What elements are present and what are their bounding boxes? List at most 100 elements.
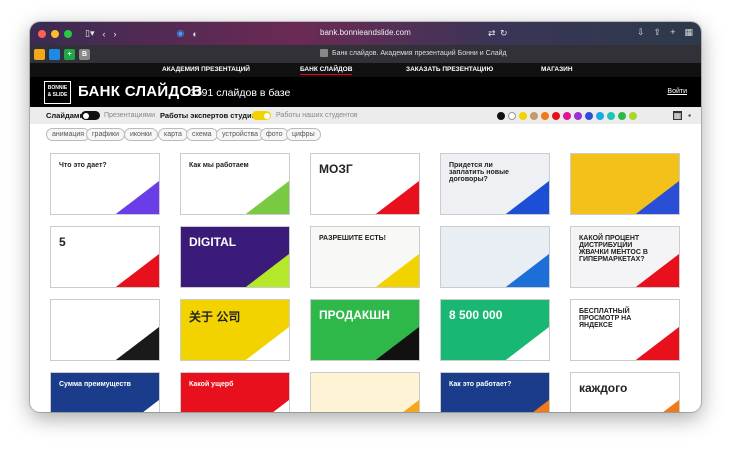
grid-small-view-icon[interactable]: ▪ <box>685 111 694 120</box>
color-swatch[interactable] <box>607 111 615 120</box>
slide-accent <box>115 327 159 360</box>
slides-presentations-toggle[interactable] <box>81 111 100 120</box>
site-logo[interactable]: BONNIE & SLIDE <box>44 81 71 104</box>
tag-chip[interactable]: фото <box>260 128 289 141</box>
tag-chip[interactable]: анимация <box>46 128 91 141</box>
slide-card[interactable]: Сумма преимуществ <box>50 372 160 412</box>
slide-accent <box>115 181 159 214</box>
slide-accent <box>635 327 679 360</box>
slide-card[interactable]: 8 500 000 <box>440 299 550 361</box>
slides-label: Слайдами <box>46 111 85 120</box>
favorite-4-icon[interactable]: B <box>79 48 90 60</box>
nav-slide-bank[interactable]: БАНК СЛАЙДОВ <box>300 66 353 75</box>
slide-card-text: Сумма преимуществ <box>59 381 131 388</box>
tag-chip[interactable]: цифры <box>286 128 321 141</box>
page-title: БАНК СЛАЙДОВ <box>78 83 203 100</box>
close-button[interactable] <box>38 29 46 38</box>
slide-card[interactable]: Что это дает? <box>50 153 160 215</box>
slide-card[interactable]: БЕСПЛАТНЫЙ ПРОСМОТР НА ЯНДЕКСЕ <box>570 299 680 361</box>
slide-card[interactable]: ПРОДАКШН <box>310 299 420 361</box>
address-bar[interactable]: bank.bonnieandslide.com <box>320 28 411 37</box>
slide-card[interactable]: каждого <box>570 372 680 412</box>
slide-card[interactable]: Какой ущерб <box>180 372 290 412</box>
slide-card[interactable]: КАКОЙ ПРОЦЕНТ ДИСТРИБУЦИИ ЖВАЧКИ МЕНТОС … <box>570 226 680 288</box>
slide-card[interactable] <box>440 226 550 288</box>
active-tab[interactable]: Банк слайдов. Академия презентаций Бонни… <box>320 49 507 57</box>
share-icon[interactable]: ⇪ <box>654 27 662 38</box>
filter-bar: Слайдами Презентациями Работы экспертов … <box>30 107 701 124</box>
slide-card[interactable] <box>50 299 160 361</box>
new-tab-icon[interactable]: + <box>670 27 675 38</box>
sidebar-icon[interactable]: ▯▾ <box>85 28 94 39</box>
tag-chip[interactable]: схема <box>186 128 218 141</box>
extension-icon[interactable]: ◉ <box>176 28 184 39</box>
slide-card[interactable] <box>570 153 680 215</box>
slide-accent <box>245 327 289 360</box>
color-swatch[interactable] <box>563 111 571 120</box>
tag-chip[interactable]: устройства <box>216 128 265 141</box>
favorite-2-icon[interactable] <box>49 48 60 60</box>
slide-card-text: Какой ущерб <box>189 381 234 388</box>
favorite-3-icon[interactable]: + <box>64 48 75 60</box>
slide-accent <box>505 254 549 287</box>
slide-card[interactable]: Придется ли заплатить новые договоры? <box>440 153 550 215</box>
color-swatch[interactable] <box>497 111 505 120</box>
color-swatch[interactable] <box>629 111 637 120</box>
slide-card-text: 5 <box>59 235 66 249</box>
nav-academy[interactable]: АКАДЕМИЯ ПРЕЗЕНТАЦИЙ <box>162 66 250 73</box>
slide-accent <box>505 400 549 412</box>
color-swatch[interactable] <box>541 111 549 120</box>
tag-chip[interactable]: иконки <box>124 128 158 141</box>
slide-card[interactable]: 关于 公司 <box>180 299 290 361</box>
slide-accent <box>375 181 419 214</box>
shield-icon[interactable]: ◐ <box>192 29 197 39</box>
nav-order[interactable]: ЗАКАЗАТЬ ПРЕЗЕНТАЦИЮ <box>406 66 493 73</box>
color-swatch[interactable] <box>585 111 593 120</box>
slide-card[interactable]: РАЗРЕШИТЕ ЕСТЬ! <box>310 226 420 288</box>
download-icon[interactable]: ⇩ <box>637 27 645 38</box>
tag-chip[interactable]: карта <box>158 128 188 141</box>
color-swatch[interactable] <box>530 111 538 120</box>
slide-count: 3791 слайдов в базе <box>190 87 291 99</box>
slide-card[interactable]: Как это работает? <box>440 372 550 412</box>
favorite-1-icon[interactable] <box>34 48 45 60</box>
tab-bar: + B Банк слайдов. Академия презентаций Б… <box>30 45 701 63</box>
color-swatch[interactable] <box>508 111 516 120</box>
translate-icon[interactable]: ⇄ <box>488 28 496 39</box>
slide-card[interactable] <box>310 372 420 412</box>
reload-icon[interactable]: ↻ <box>500 28 508 39</box>
slide-card[interactable]: DIGITAL <box>180 226 290 288</box>
slide-card[interactable]: МОЗГ <box>310 153 420 215</box>
slide-card-text: 关于 公司 <box>189 310 241 324</box>
back-icon[interactable]: ‹ <box>102 29 105 39</box>
slide-card-text: 8 500 000 <box>449 308 503 322</box>
minimize-button[interactable] <box>51 29 59 38</box>
site-header: BONNIE & SLIDE БАНК СЛАЙДОВ 3791 слайдов … <box>30 77 701 107</box>
login-link[interactable]: Войти <box>667 88 687 95</box>
slide-accent <box>505 181 549 214</box>
color-swatch[interactable] <box>519 111 527 120</box>
tab-overview-icon[interactable]: ▦ <box>684 27 693 38</box>
color-swatch[interactable] <box>552 111 560 120</box>
slide-accent <box>375 400 419 412</box>
nav-shop[interactable]: МАГАЗИН <box>541 66 573 73</box>
browser-toolbar: ▯▾ ‹ › ◉ ◐ bank.bonnieandslide.com ⇄ ↻ ⇩… <box>30 22 701 45</box>
slide-card[interactable]: 5 <box>50 226 160 288</box>
slide-card[interactable]: Как мы работаем <box>180 153 290 215</box>
expert-label: Работы экспертов студии <box>160 111 257 120</box>
slide-card-text: Придется ли заплатить новые договоры? <box>449 162 509 183</box>
slide-accent <box>115 400 159 412</box>
color-swatch[interactable] <box>596 111 604 120</box>
forward-icon[interactable]: › <box>113 29 116 39</box>
slide-accent <box>245 400 289 412</box>
color-swatch[interactable] <box>574 111 582 120</box>
zoom-button[interactable] <box>64 29 72 38</box>
slide-card-text: РАЗРЕШИТЕ ЕСТЬ! <box>319 235 386 242</box>
expert-students-toggle[interactable] <box>252 111 271 120</box>
slide-accent <box>505 327 549 360</box>
tag-chip[interactable]: графики <box>86 128 125 141</box>
slide-card-text: DIGITAL <box>189 235 237 249</box>
color-swatch[interactable] <box>618 111 626 120</box>
grid-large-view-icon[interactable]: ▦ <box>673 111 682 120</box>
slide-accent <box>375 254 419 287</box>
